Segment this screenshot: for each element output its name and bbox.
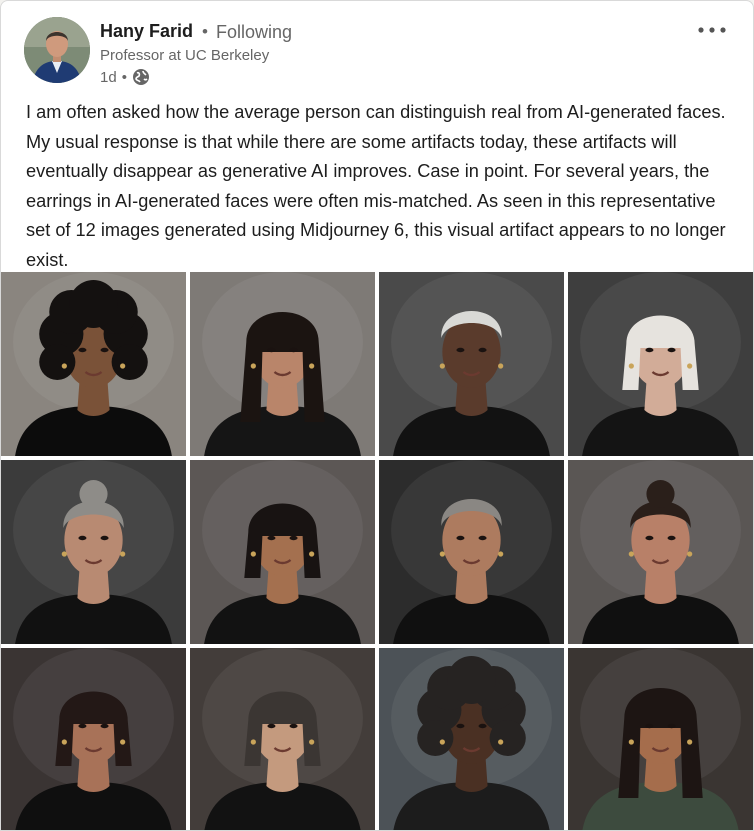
- more-options-button[interactable]: [695, 19, 729, 41]
- post-meta: 1d •: [100, 67, 150, 87]
- portrait-image[interactable]: [190, 460, 375, 644]
- name-separator: •: [202, 22, 208, 41]
- portrait-image[interactable]: [568, 272, 753, 456]
- author-avatar[interactable]: [24, 17, 90, 83]
- portrait-image[interactable]: [190, 272, 375, 456]
- portrait-image[interactable]: [1, 648, 186, 830]
- portrait-image[interactable]: [568, 648, 753, 830]
- post-timestamp: 1d: [100, 68, 117, 86]
- portrait-image[interactable]: [1, 272, 186, 456]
- image-grid: [1, 272, 753, 830]
- portrait-image[interactable]: [379, 460, 564, 644]
- feed-post: Hany Farid • Following Professor at UC B…: [0, 0, 754, 831]
- follow-status[interactable]: Following: [216, 22, 292, 43]
- globe-icon: [132, 68, 150, 86]
- ellipsis-icon: [698, 27, 726, 33]
- author-headline: Professor at UC Berkeley: [100, 47, 270, 64]
- portrait-image[interactable]: [379, 272, 564, 456]
- portrait-image[interactable]: [568, 460, 753, 644]
- post-text: I am often asked how the average person …: [26, 102, 726, 270]
- author-name[interactable]: Hany Farid: [100, 21, 193, 42]
- portrait-image[interactable]: [1, 460, 186, 644]
- portrait-image[interactable]: [190, 648, 375, 830]
- portrait-image[interactable]: [379, 648, 564, 830]
- timestamp-separator: •: [121, 68, 127, 86]
